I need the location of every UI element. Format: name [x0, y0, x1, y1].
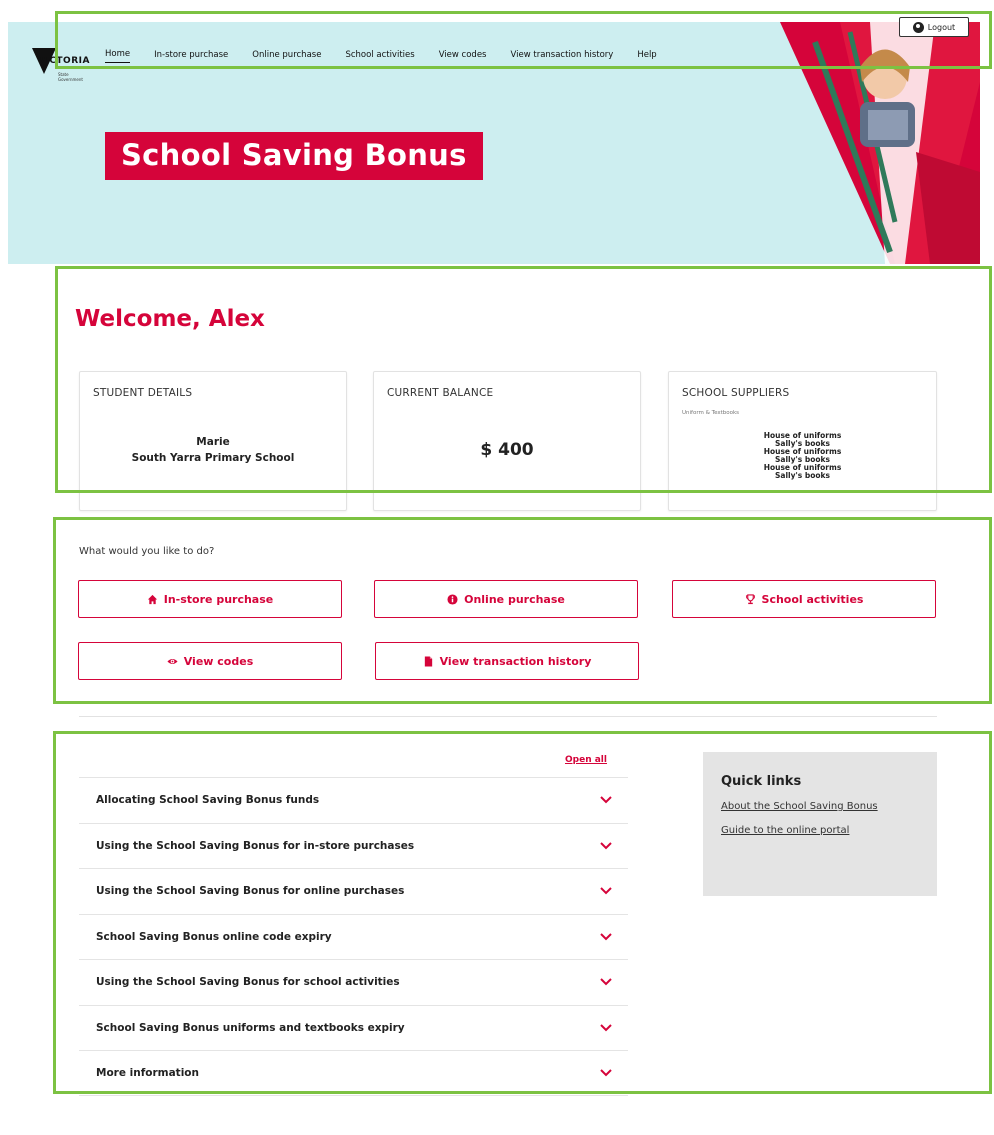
supplier-list: House of uniforms Sally's books House of… — [669, 432, 936, 480]
faq-accordion: Allocating School Saving Bonus funds Usi… — [79, 777, 628, 1096]
chevron-down-icon — [600, 887, 612, 895]
accordion-item-title: Allocating School Saving Bonus funds — [96, 794, 320, 807]
nav-school-activities[interactable]: School activities — [345, 50, 414, 63]
main-nav: Home In-store purchase Online purchase S… — [105, 44, 681, 68]
logout-button[interactable]: Logout — [899, 17, 969, 37]
logout-label: Logout — [927, 22, 956, 32]
in-store-purchase-button[interactable]: In-store purchase — [78, 580, 342, 618]
page-title: School Saving Bonus — [105, 132, 483, 180]
logo-subtext: State Government — [58, 72, 83, 82]
trophy-icon — [745, 593, 755, 604]
student-school: South Yarra Primary School — [131, 452, 295, 464]
user-icon — [912, 21, 924, 33]
student-details-card: STUDENT DETAILS Marie South Yarra Primar… — [79, 371, 347, 511]
student-name: Marie — [196, 436, 230, 448]
chevron-down-icon — [600, 1024, 612, 1032]
home-icon — [147, 594, 157, 604]
nav-view-codes[interactable]: View codes — [439, 50, 487, 63]
section-divider — [79, 716, 937, 717]
nav-help[interactable]: Help — [637, 50, 656, 63]
welcome-heading: Welcome, Alex — [75, 306, 265, 332]
accordion-item[interactable]: Allocating School Saving Bonus funds — [79, 777, 628, 823]
hero-image — [780, 22, 980, 264]
supplier-item: Sally's books — [775, 471, 830, 480]
school-suppliers-subtitle: Uniform & Textbooks — [682, 410, 740, 416]
quick-links-title: Quick links — [721, 774, 802, 789]
accordion-item[interactable]: Using the School Saving Bonus for in-sto… — [79, 822, 628, 869]
view-codes-label: View codes — [183, 654, 254, 668]
nav-online-purchase[interactable]: Online purchase — [252, 50, 321, 63]
accordion-item[interactable]: School Saving Bonus uniforms and textboo… — [79, 1004, 628, 1051]
accordion-item-title: More information — [96, 1066, 199, 1079]
accordion-item-title: School Saving Bonus online code expiry — [96, 930, 332, 943]
student-details-label: STUDENT DETAILS — [93, 387, 193, 399]
balance-value: $ 400 — [480, 440, 534, 460]
school-suppliers-label: SCHOOL SUPPLIERS — [682, 387, 790, 399]
open-all-link[interactable]: Open all — [565, 755, 607, 765]
accordion-item[interactable]: Using the School Saving Bonus for school… — [79, 959, 628, 1005]
action-question: What would you like to do? — [79, 546, 215, 557]
view-transaction-history-label: View transaction history — [439, 654, 592, 668]
document-icon — [424, 655, 432, 667]
hero-banner: VICTORIA State Government Home In-store … — [8, 22, 980, 264]
online-purchase-label: Online purchase — [464, 592, 565, 606]
chevron-down-icon — [600, 796, 612, 804]
student-info: Marie South Yarra Primary School — [80, 434, 346, 466]
quick-links-panel: Quick links About the School Saving Bonu… — [703, 752, 937, 896]
quick-link-about[interactable]: About the School Saving Bonus — [721, 799, 919, 815]
nav-in-store-purchase[interactable]: In-store purchase — [154, 50, 228, 63]
chevron-down-icon — [600, 842, 612, 850]
current-balance-card: CURRENT BALANCE $ 400 — [373, 371, 641, 511]
view-transaction-history-button[interactable]: View transaction history — [375, 642, 639, 680]
accordion-item-title: Using the School Saving Bonus for online… — [96, 885, 405, 898]
accordion-item[interactable]: Using the School Saving Bonus for online… — [79, 868, 628, 914]
eye-icon — [167, 658, 178, 664]
quick-link-guide[interactable]: Guide to the online portal — [721, 823, 919, 839]
school-activities-label: School activities — [761, 592, 864, 606]
logo-text: VICTORIA — [38, 56, 90, 66]
online-purchase-button[interactable]: Online purchase — [374, 580, 638, 618]
school-suppliers-card: SCHOOL SUPPLIERS Uniform & Textbooks Hou… — [668, 371, 937, 511]
chevron-down-icon — [600, 1069, 612, 1077]
accordion-item-title: School Saving Bonus uniforms and textboo… — [96, 1021, 405, 1034]
accordion-item[interactable]: More information — [79, 1050, 628, 1096]
in-store-purchase-label: In-store purchase — [163, 592, 274, 606]
chevron-down-icon — [600, 933, 612, 941]
nav-home[interactable]: Home — [105, 49, 131, 63]
chevron-down-icon — [600, 978, 612, 986]
school-activities-button[interactable]: School activities — [672, 580, 936, 618]
info-icon — [447, 593, 458, 605]
accordion-item-title: Using the School Saving Bonus for school… — [96, 976, 400, 989]
accordion-item-title: Using the School Saving Bonus for in-sto… — [96, 839, 415, 852]
current-balance-label: CURRENT BALANCE — [387, 387, 494, 399]
accordion-item[interactable]: School Saving Bonus online code expiry — [79, 913, 628, 960]
view-codes-button[interactable]: View codes — [78, 642, 342, 680]
nav-view-transaction-history[interactable]: View transaction history — [511, 50, 614, 63]
